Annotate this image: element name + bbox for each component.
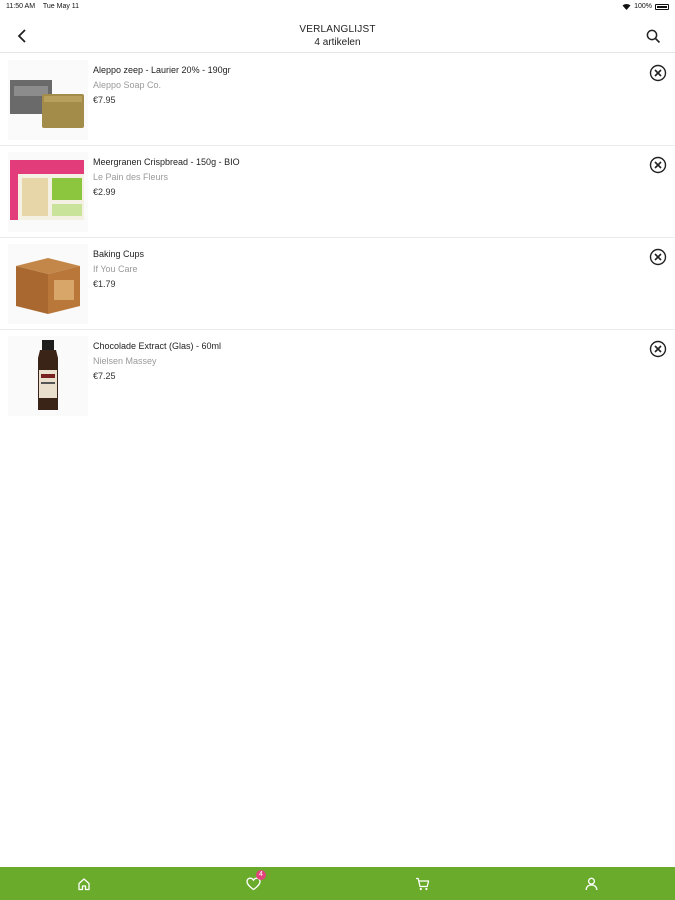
status-right: 100% [622, 3, 669, 10]
battery-percent: 100% [634, 3, 652, 10]
item-info: Meergranen Crispbread - 150g - BIO Le Pa… [93, 156, 240, 198]
remove-button[interactable] [649, 340, 667, 358]
item-info: Chocolade Extract (Glas) - 60ml Nielsen … [93, 340, 221, 382]
battery-icon [655, 3, 669, 10]
remove-button[interactable] [649, 64, 667, 82]
item-info: Baking Cups If You Care €1.79 [93, 248, 144, 290]
list-item[interactable]: Meergranen Crispbread - 150g - BIO Le Pa… [0, 146, 675, 238]
list-item[interactable]: Chocolade Extract (Glas) - 60ml Nielsen … [0, 330, 675, 422]
product-brand: Nielsen Massey [93, 356, 157, 366]
product-brand: Aleppo Soap Co. [93, 80, 162, 90]
search-icon [646, 29, 660, 43]
list-item[interactable]: Aleppo zeep - Laurier 20% - 190gr Aleppo… [0, 54, 675, 146]
product-image[interactable] [8, 336, 88, 416]
status-date: Tue May 11 [42, 3, 80, 10]
product-price: €1.79 [93, 279, 116, 289]
product-image[interactable] [8, 152, 88, 232]
tab-wishlist[interactable]: 4 [243, 870, 266, 893]
product-price: €7.25 [93, 371, 116, 381]
wishlist: Aleppo zeep - Laurier 20% - 190gr Aleppo… [0, 54, 675, 422]
product-name[interactable]: Chocolade Extract (Glas) - 60ml [93, 340, 221, 352]
page-title: VERLANGLIJST [299, 24, 376, 35]
product-name[interactable]: Meergranen Crispbread - 150g - BIO [93, 156, 240, 168]
wishlist-badge: 4 [256, 870, 266, 880]
list-item[interactable]: Baking Cups If You Care €1.79 [0, 238, 675, 330]
close-circle-icon [649, 248, 667, 266]
product-name[interactable]: Baking Cups [93, 248, 144, 260]
close-circle-icon [649, 64, 667, 82]
header: VERLANGLIJST 4 artikelen [0, 18, 675, 53]
remove-button[interactable] [649, 156, 667, 174]
wifi-icon [622, 3, 631, 10]
user-icon [585, 877, 597, 891]
item-info: Aleppo zeep - Laurier 20% - 190gr Aleppo… [93, 64, 231, 106]
close-circle-icon [649, 340, 667, 358]
product-brand: Le Pain des Fleurs [93, 172, 169, 182]
product-price: €7.95 [93, 95, 116, 105]
remove-button[interactable] [649, 248, 667, 266]
close-circle-icon [649, 156, 667, 174]
search-button[interactable] [643, 26, 663, 46]
tab-home[interactable] [74, 875, 94, 893]
product-brand: If You Care [93, 264, 138, 274]
status-bar: 11:50 AM Tue May 11 100% [0, 0, 675, 14]
status-time: 11:50 AM [6, 3, 36, 10]
status-left: 11:50 AM Tue May 11 [6, 3, 85, 10]
product-image[interactable] [8, 60, 88, 140]
tab-cart[interactable] [412, 875, 432, 893]
tab-account[interactable] [581, 875, 601, 893]
item-count: 4 artikelen [314, 37, 361, 48]
product-image[interactable] [8, 244, 88, 324]
bottom-tab-bar: 4 [0, 867, 675, 900]
product-price: €2.99 [93, 187, 116, 197]
home-icon [78, 878, 90, 891]
cart-icon [415, 877, 429, 891]
product-name[interactable]: Aleppo zeep - Laurier 20% - 190gr [93, 64, 231, 76]
